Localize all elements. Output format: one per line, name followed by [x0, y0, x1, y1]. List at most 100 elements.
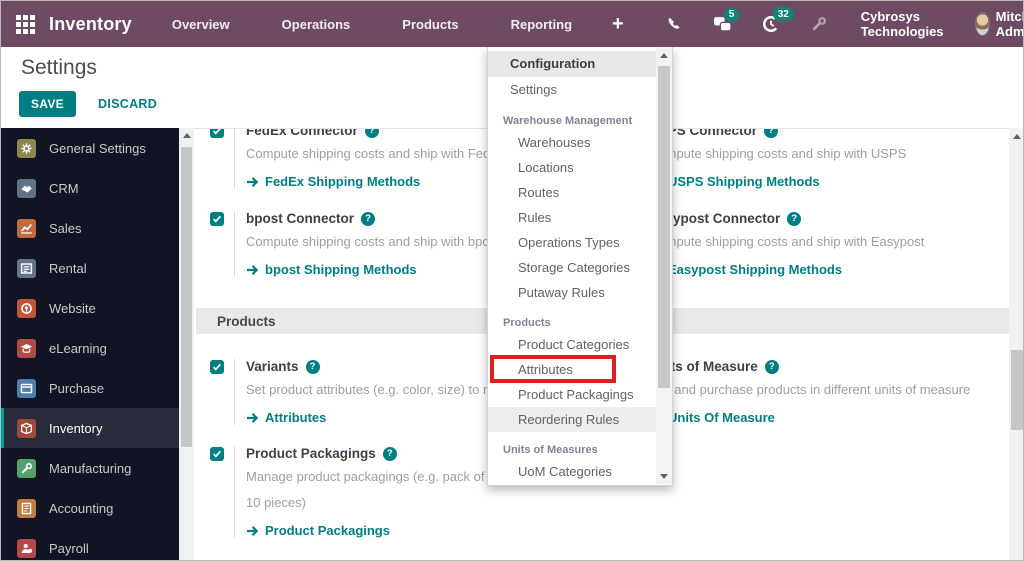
- top-menu-overview[interactable]: Overview: [146, 1, 256, 47]
- setting-description: Sell and purchase products in different …: [649, 382, 971, 397]
- gear-icon: [17, 138, 36, 158]
- content-right-scrollbar[interactable]: [1009, 128, 1023, 560]
- link-units-of-measure[interactable]: Units Of Measure: [649, 410, 970, 425]
- sidebar-item-accounting[interactable]: Accounting: [1, 488, 179, 528]
- menu-item-warehouses[interactable]: Warehouses: [488, 130, 657, 155]
- menu-section-warehouse-management: Warehouse Management: [503, 115, 633, 127]
- app-name[interactable]: Inventory: [49, 14, 132, 35]
- setting-description: Compute shipping costs and ship with Eas…: [649, 234, 925, 249]
- invoice-icon: [17, 498, 36, 518]
- menu-item-locations[interactable]: Locations: [488, 155, 657, 180]
- sidebar-item-label: Inventory: [49, 420, 103, 436]
- scroll-up-arrow[interactable]: [1009, 129, 1023, 143]
- messages-icon[interactable]: 5: [713, 7, 740, 33]
- sidebar-item-label: Rental: [49, 260, 87, 276]
- help-icon[interactable]: ?: [382, 446, 397, 461]
- sidebar-item-label: eLearning: [49, 340, 107, 356]
- save-button[interactable]: SAVE: [19, 91, 76, 117]
- sidebar-item-label: Purchase: [49, 380, 104, 396]
- menu-section-units-of-measures: Units of Measures: [503, 444, 598, 456]
- sidebar-item-inventory[interactable]: Inventory: [1, 408, 179, 448]
- scrollbar-thumb[interactable]: [181, 147, 192, 447]
- arrow-right-icon: [246, 264, 265, 276]
- activities-icon[interactable]: 32: [762, 7, 794, 33]
- setting-card-bpost-connector: bpost Connector? Compute shipping costs a…: [210, 211, 500, 277]
- help-icon[interactable]: ?: [787, 211, 802, 226]
- menu-item-rules[interactable]: Rules: [488, 205, 657, 230]
- sidebar-item-label: General Settings: [49, 140, 146, 156]
- wrench-icon: [17, 458, 36, 478]
- sidebar-item-payroll[interactable]: Payroll: [1, 528, 179, 560]
- help-icon[interactable]: ?: [361, 211, 375, 226]
- content-left-scrollbar[interactable]: [179, 128, 194, 560]
- link-product-packagings[interactable]: Product Packagings: [246, 523, 484, 538]
- menu-item-operations-types[interactable]: Operations Types: [488, 230, 657, 255]
- chart-icon: [17, 218, 36, 238]
- menu-item-reordering-rules[interactable]: Reordering Rules: [488, 407, 657, 432]
- menu-item-configuration[interactable]: Configuration: [488, 51, 657, 77]
- link-easypost-shipping-methods[interactable]: Easypost Shipping Methods: [649, 262, 924, 277]
- arrow-right-icon: [246, 412, 265, 424]
- sidebar-item-sales[interactable]: Sales: [1, 208, 179, 248]
- sidebar-item-rental[interactable]: Rental: [1, 248, 179, 288]
- link-fedex-shipping-methods[interactable]: FedEx Shipping Methods: [246, 174, 505, 189]
- sidebar-item-website[interactable]: Website: [1, 288, 179, 328]
- menu-item-product-packagings[interactable]: Product Packagings: [488, 382, 657, 407]
- checkbox-variants[interactable]: [210, 360, 224, 374]
- menu-item-product-categories[interactable]: Product Categories: [488, 332, 657, 357]
- setting-link-label: Attributes: [265, 410, 327, 425]
- checkbox-bpost-connector[interactable]: [210, 212, 224, 226]
- user-avatar[interactable]: [974, 12, 990, 36]
- wrench-icon[interactable]: [810, 16, 827, 33]
- discard-button[interactable]: DISCARD: [92, 96, 163, 112]
- more-menu-button[interactable]: +: [600, 13, 636, 36]
- checkbox-fedex-connector[interactable]: [210, 128, 224, 138]
- help-icon[interactable]: ?: [764, 128, 779, 138]
- scroll-up-arrow[interactable]: [179, 128, 194, 142]
- menu-item-putaway-rules[interactable]: Putaway Rules: [488, 280, 657, 305]
- top-menu-bar: Overview Operations Products Reporting: [146, 1, 598, 47]
- sidebar-item-manufacturing[interactable]: Manufacturing: [1, 448, 179, 488]
- top-menu-products[interactable]: Products: [376, 1, 484, 47]
- settings-sidebar: General Settings CRM Sales Rental Website eLe…: [1, 128, 179, 560]
- setting-description: Manage product packagings (e.g. pack of: [246, 469, 485, 484]
- scroll-up-arrow[interactable]: [656, 48, 672, 62]
- link-bpost-shipping-methods[interactable]: bpost Shipping Methods: [246, 262, 500, 277]
- help-icon[interactable]: ?: [305, 359, 320, 374]
- top-menu-reporting[interactable]: Reporting: [485, 1, 598, 47]
- menu-item-uom-categories[interactable]: UoM Categories: [488, 459, 657, 484]
- sidebar-item-crm[interactable]: CRM: [1, 168, 179, 208]
- box-icon: [17, 418, 36, 438]
- scroll-down-arrow[interactable]: [656, 469, 672, 483]
- phone-icon[interactable]: [666, 16, 683, 33]
- sidebar-item-label: Accounting: [49, 500, 114, 516]
- configuration-menu-list: Configuration Settings Warehouse Managemen…: [488, 47, 657, 485]
- menu-item-settings[interactable]: Settings: [488, 77, 657, 103]
- checkbox-product-packagings[interactable]: [210, 447, 224, 461]
- arrow-right-icon: [246, 525, 265, 537]
- setting-description: Compute shipping costs and ship with USP…: [649, 146, 907, 161]
- help-icon[interactable]: ?: [364, 128, 379, 138]
- sidebar-item-label: Website: [49, 300, 96, 316]
- link-usps-shipping-methods[interactable]: USPS Shipping Methods: [649, 174, 906, 189]
- arrow-right-icon: [246, 176, 265, 188]
- setting-title: Product Packagings: [246, 446, 376, 461]
- sidebar-item-elearning[interactable]: eLearning: [1, 328, 179, 368]
- menu-item-routes[interactable]: Routes: [488, 180, 657, 205]
- scrollbar-thumb[interactable]: [1011, 350, 1023, 430]
- scrollbar-track[interactable]: [1009, 128, 1023, 560]
- scrollbar-thumb[interactable]: [658, 66, 670, 388]
- company-switcher[interactable]: Cybrosys Technologies: [861, 9, 947, 39]
- graduation-icon: [17, 338, 36, 358]
- help-icon[interactable]: ?: [764, 359, 779, 374]
- menu-item-attributes[interactable]: Attributes: [488, 355, 657, 383]
- sidebar-item-general-settings[interactable]: General Settings: [1, 128, 179, 168]
- setting-title: FedEx Connector: [246, 128, 358, 138]
- dropdown-scrollbar[interactable]: [656, 47, 672, 484]
- sidebar-item-purchase[interactable]: Purchase: [1, 368, 179, 408]
- top-menu-operations[interactable]: Operations: [256, 1, 377, 47]
- user-name[interactable]: Mitchell Admin: [996, 9, 1023, 39]
- apps-menu-icon[interactable]: [16, 14, 35, 34]
- menu-item-storage-categories[interactable]: Storage Categories: [488, 255, 657, 280]
- setting-title: Variants: [246, 359, 299, 374]
